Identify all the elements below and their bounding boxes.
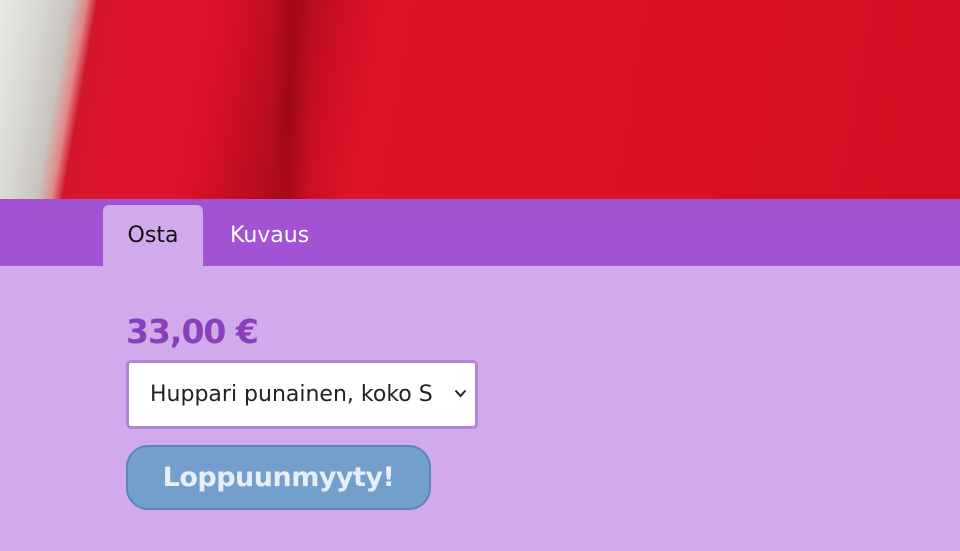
variant-select-value: Huppari punainen, koko S bbox=[150, 382, 433, 407]
product-price: 33,00 € bbox=[126, 312, 259, 351]
variant-select[interactable]: Huppari punainen, koko S bbox=[126, 360, 478, 429]
tab-osta[interactable]: Osta bbox=[103, 205, 203, 266]
sold-out-button[interactable]: Loppuunmyyty! bbox=[126, 445, 431, 510]
product-tabs: Osta Kuvaus bbox=[0, 199, 960, 266]
chevron-down-icon bbox=[454, 389, 467, 398]
tab-kuvaus[interactable]: Kuvaus bbox=[230, 205, 309, 266]
product-image bbox=[0, 0, 960, 199]
fabric-fold bbox=[270, 0, 310, 199]
